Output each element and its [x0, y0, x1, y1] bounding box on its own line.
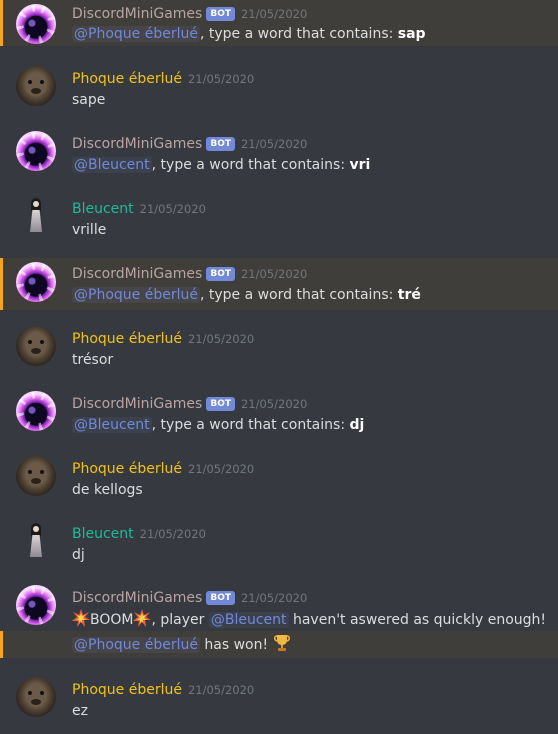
chat-log: DiscordMiniGames BOT 21/05/2020 @Phoque éb… — [0, 0, 558, 734]
timestamp[interactable]: 21/05/2020 — [241, 137, 307, 151]
user-mention[interactable]: @Bleucent — [72, 417, 152, 433]
message-header: Phoque éberlué 21/05/2020 — [72, 679, 254, 699]
author-name[interactable]: Bleucent — [72, 201, 134, 217]
message-header: DiscordMiniGames BOT 21/05/2020 — [72, 587, 307, 607]
timestamp[interactable]: 21/05/2020 — [140, 202, 206, 216]
message-text: has won! — [199, 637, 269, 653]
challenge-letters: tré — [397, 287, 421, 303]
avatar-figure — [30, 523, 42, 559]
message-text: haven't aswered as quickly enough! — [288, 612, 547, 628]
message-group: DiscordMiniGames BOT 21/05/2020 @Phoque éb… — [0, 0, 558, 46]
timestamp[interactable]: 21/05/2020 — [188, 72, 254, 86]
message-content: vrille — [72, 222, 107, 238]
message-content: BOOM , player @Bleucent haven't aswered a… — [72, 609, 546, 630]
message-group: Phoque éberlué 21/05/2020 trésor — [0, 326, 558, 372]
bot-avatar[interactable] — [16, 131, 56, 171]
message-content: @Phoque éberlué, type a word that contai… — [72, 24, 426, 44]
user-mention[interactable]: @Phoque éberlué — [72, 287, 200, 303]
message-text: , type a word that contains: — [151, 417, 350, 433]
seal-avatar[interactable] — [16, 326, 56, 366]
timestamp[interactable]: 21/05/2020 — [188, 462, 254, 476]
author-name[interactable]: Phoque éberlué — [72, 461, 182, 477]
challenge-letters: vri — [349, 157, 371, 173]
timestamp[interactable]: 21/05/2020 — [241, 267, 307, 281]
message-header: Phoque éberlué 21/05/2020 — [72, 68, 254, 88]
message-text: , player — [151, 612, 209, 628]
timestamp[interactable]: 21/05/2020 — [188, 332, 254, 346]
message-text: , type a word that contains: — [199, 287, 398, 303]
author-name[interactable]: Phoque éberlué — [72, 331, 182, 347]
timestamp[interactable]: 21/05/2020 — [188, 683, 254, 697]
message-header: DiscordMiniGames BOT 21/05/2020 — [72, 3, 307, 23]
timestamp[interactable]: 21/05/2020 — [241, 591, 307, 605]
message-content: @Phoque éberlué has won! — [72, 634, 291, 655]
message-text: , type a word that contains: — [199, 26, 398, 42]
message-group: DiscordMiniGames BOT 21/05/2020 @Phoque éb… — [0, 258, 558, 310]
user-mention[interactable]: @Bleucent — [208, 612, 289, 628]
avatar-figure — [30, 198, 42, 234]
author-name[interactable]: DiscordMiniGames — [72, 396, 202, 412]
message-content: @Bleucent, type a word that contains: dj — [72, 415, 364, 435]
author-name[interactable]: Phoque éberlué — [72, 682, 182, 698]
bot-badge: BOT — [206, 137, 235, 151]
user-mention[interactable]: @Phoque éberlué — [72, 637, 200, 653]
bot-avatar[interactable] — [16, 262, 56, 302]
message-content: trésor — [72, 352, 114, 368]
message-group: Bleucent 21/05/2020 vrille — [0, 196, 558, 242]
bot-badge: BOT — [206, 591, 235, 605]
author-name[interactable]: DiscordMiniGames — [72, 266, 202, 282]
message-header: Bleucent 21/05/2020 — [72, 198, 206, 218]
message-group: Phoque éberlué 21/05/2020 ez — [0, 677, 558, 723]
message-text: , type a word that contains: — [151, 157, 350, 173]
seal-avatar[interactable] — [16, 677, 56, 717]
message-group: DiscordMiniGames BOT 21/05/2020 @Bleucent,… — [0, 131, 558, 177]
message-group: Bleucent 21/05/2020 dj — [0, 521, 558, 567]
message-content: @Phoque éberlué, type a word that contai… — [72, 285, 421, 305]
collision-icon — [133, 609, 152, 627]
message-content: de kellogs — [72, 482, 143, 498]
message-header: DiscordMiniGames BOT 21/05/2020 — [72, 133, 307, 153]
author-name[interactable]: Bleucent — [72, 526, 134, 542]
bot-avatar[interactable] — [16, 4, 56, 44]
bot-badge: BOT — [206, 397, 235, 411]
message-content: ez — [72, 703, 88, 719]
seal-avatar[interactable] — [16, 456, 56, 496]
message-group: DiscordMiniGames BOT 21/05/2020 BOOM , play… — [0, 585, 558, 631]
timestamp[interactable]: 21/05/2020 — [140, 527, 206, 541]
author-name[interactable]: DiscordMiniGames — [72, 590, 202, 606]
message-content: @Bleucent, type a word that contains: vr… — [72, 155, 370, 175]
message-header: DiscordMiniGames BOT 21/05/2020 — [72, 263, 307, 283]
author-name[interactable]: DiscordMiniGames — [72, 6, 202, 22]
challenge-letters: sap — [397, 26, 426, 42]
message-header: Phoque éberlué 21/05/2020 — [72, 458, 254, 478]
bot-avatar[interactable] — [16, 585, 56, 625]
message-header: DiscordMiniGames BOT 21/05/2020 — [72, 393, 307, 413]
timestamp[interactable]: 21/05/2020 — [241, 397, 307, 411]
message-content: sape — [72, 92, 106, 108]
user-mention[interactable]: @Phoque éberlué — [72, 26, 200, 42]
message-header: Bleucent 21/05/2020 — [72, 523, 206, 543]
user-mention[interactable]: @Bleucent — [72, 157, 152, 173]
challenge-letters: dj — [349, 417, 365, 433]
message-group: Phoque éberlué 21/05/2020 sape — [0, 66, 558, 112]
author-name[interactable]: Phoque éberlué — [72, 71, 182, 87]
message-continuation: @Phoque éberlué has won! — [0, 631, 558, 658]
boom-word: BOOM — [90, 612, 134, 628]
bot-badge: BOT — [206, 267, 235, 281]
girl-avatar[interactable] — [16, 521, 56, 561]
bot-avatar[interactable] — [16, 391, 56, 431]
collision-icon — [72, 609, 90, 627]
bot-badge: BOT — [206, 7, 235, 21]
message-group: Phoque éberlué 21/05/2020 de kellogs — [0, 456, 558, 502]
message-header: Phoque éberlué 21/05/2020 — [72, 328, 254, 348]
timestamp[interactable]: 21/05/2020 — [241, 7, 307, 21]
message-group: DiscordMiniGames BOT 21/05/2020 @Bleucent,… — [0, 391, 558, 437]
message-content: dj — [72, 547, 85, 563]
girl-avatar[interactable] — [16, 196, 56, 236]
trophy-icon — [273, 635, 290, 651]
seal-avatar[interactable] — [16, 66, 56, 106]
author-name[interactable]: DiscordMiniGames — [72, 136, 202, 152]
